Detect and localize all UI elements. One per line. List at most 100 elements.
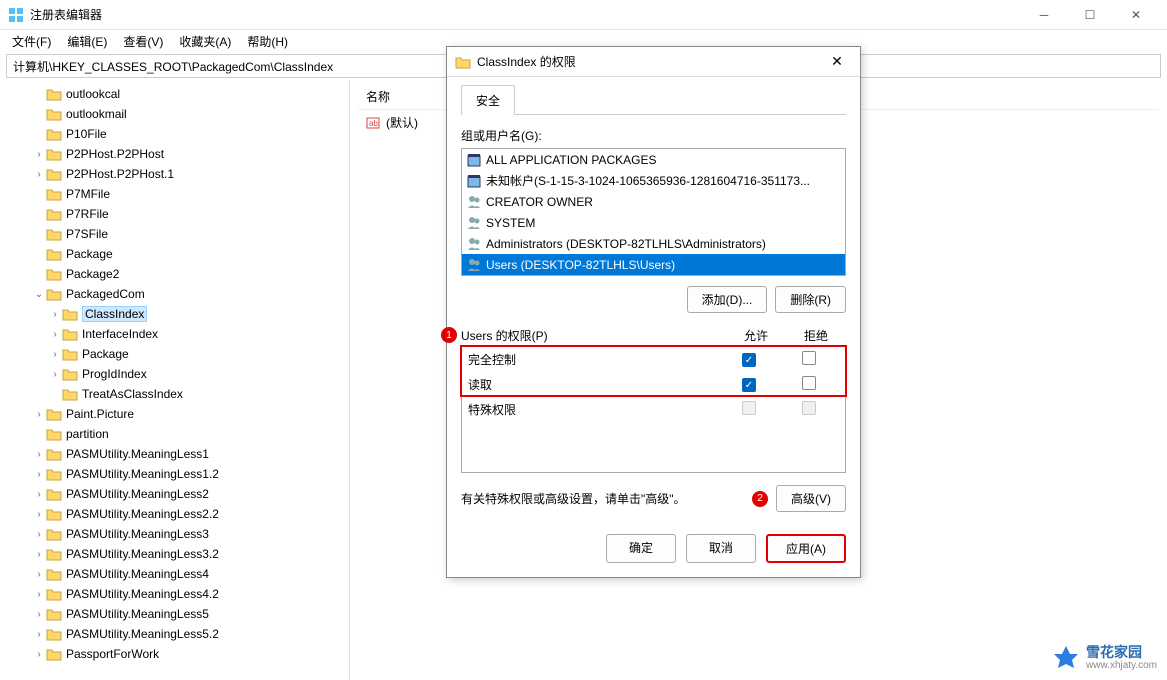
principal-row[interactable]: Administrators (DESKTOP-82TLHLS\Administ…	[462, 233, 845, 254]
tree-toggle-icon[interactable]: ›	[32, 549, 46, 560]
tree-item[interactable]: ›P2PHost.P2PHost.1	[0, 164, 349, 184]
remove-button[interactable]: 删除(R)	[775, 286, 846, 313]
cancel-button[interactable]: 取消	[686, 534, 756, 563]
principal-name: 未知帐户(S-1-15-3-1024-1065365936-1281604716…	[486, 172, 810, 189]
window-titlebar: 注册表编辑器 ─ ☐ ✕	[0, 0, 1167, 30]
tree-toggle-icon[interactable]: ›	[32, 469, 46, 480]
minimize-button[interactable]: ─	[1021, 0, 1067, 30]
principal-row[interactable]: CREATOR OWNER	[462, 191, 845, 212]
tree-item[interactable]: ›Package	[0, 344, 349, 364]
tree-toggle-icon[interactable]: ›	[32, 489, 46, 500]
tree-toggle-icon[interactable]: ›	[32, 569, 46, 580]
menu-favorites[interactable]: 收藏夹(A)	[171, 31, 239, 52]
tree-toggle-icon[interactable]: ›	[32, 449, 46, 460]
tree-item[interactable]: ›ClassIndex	[0, 304, 349, 324]
add-button[interactable]: 添加(D)...	[687, 286, 768, 313]
tree-item[interactable]: › InterfaceIndex	[0, 324, 349, 344]
tree-toggle-icon[interactable]: ›	[48, 329, 62, 340]
principal-row[interactable]: 未知帐户(S-1-15-3-1024-1065365936-1281604716…	[462, 170, 845, 191]
tree-item[interactable]: ›PASMUtility.MeaningLess3.2	[0, 544, 349, 564]
tree-toggle-icon[interactable]: ›	[32, 629, 46, 640]
permission-name: 特殊权限	[468, 401, 719, 418]
allow-checkbox[interactable]: ✓	[742, 378, 756, 392]
tree-toggle-icon[interactable]: ›	[32, 649, 46, 660]
deny-checkbox[interactable]	[802, 351, 816, 365]
advanced-button[interactable]: 高级(V)	[776, 485, 846, 512]
dialog-close-button[interactable]: ✕	[822, 47, 852, 77]
tree-toggle-icon[interactable]: ›	[48, 349, 62, 360]
tree-toggle-icon[interactable]: ›	[32, 149, 46, 160]
tree-toggle-icon[interactable]: ›	[32, 529, 46, 540]
tree-item[interactable]: › PASMUtility.MeaningLess1.2	[0, 464, 349, 484]
tree-item[interactable]: › PASMUtility.MeaningLess5	[0, 604, 349, 624]
tree-item[interactable]: ›PASMUtility.MeaningLess4	[0, 564, 349, 584]
tree-item[interactable]: TreatAsClassIndex	[0, 384, 349, 404]
tree-item[interactable]: partition	[0, 424, 349, 444]
tree-toggle-icon[interactable]: ›	[32, 409, 46, 420]
tree-item[interactable]: ›Paint.Picture	[0, 404, 349, 424]
users-icon	[466, 257, 482, 273]
tree-pane[interactable]: outlookcaloutlookmailP10File›P2PHost.P2P…	[0, 80, 350, 680]
permission-name: 完全控制	[468, 351, 719, 368]
tree-item[interactable]: ›PASMUtility.MeaningLess2.2	[0, 504, 349, 524]
tree-toggle-icon[interactable]: ›	[32, 169, 46, 180]
tree-toggle-icon[interactable]: ›	[48, 369, 62, 380]
menu-file[interactable]: 文件(F)	[4, 31, 59, 52]
tab-security[interactable]: 安全	[461, 85, 515, 115]
tree-item[interactable]: outlookcal	[0, 84, 349, 104]
tree-item[interactable]: ›PASMUtility.MeaningLess2	[0, 484, 349, 504]
maximize-button[interactable]: ☐	[1067, 0, 1113, 30]
watermark: 雪花家园 www.xhjaty.com	[1052, 644, 1157, 672]
tree-item-label: PASMUtility.MeaningLess5	[66, 607, 209, 621]
principal-row[interactable]: Users (DESKTOP-82TLHLS\Users)	[462, 254, 845, 275]
permission-row: 读取✓	[462, 372, 845, 397]
tree-item[interactable]: ›PASMUtility.MeaningLess3	[0, 524, 349, 544]
tree-toggle-icon[interactable]: ›	[32, 589, 46, 600]
tree-item[interactable]: ›PASMUtility.MeaningLess1	[0, 444, 349, 464]
tree-item[interactable]: Package	[0, 244, 349, 264]
tree-item-label: ProgIdIndex	[82, 367, 147, 381]
deny-checkbox[interactable]	[802, 376, 816, 390]
window-title: 注册表编辑器	[30, 6, 1021, 23]
tree-item[interactable]: outlookmail	[0, 104, 349, 124]
tree-item[interactable]: P10File	[0, 124, 349, 144]
list-value-name: (默认)	[386, 114, 418, 131]
svg-text:ab: ab	[369, 119, 378, 128]
tree-item[interactable]: › ProgIdIndex	[0, 364, 349, 384]
tree-toggle-icon[interactable]: ›	[48, 309, 62, 320]
tree-toggle-icon[interactable]: ›	[32, 609, 46, 620]
users-icon	[466, 236, 482, 252]
tree-item[interactable]: P7SFile	[0, 224, 349, 244]
close-button[interactable]: ✕	[1113, 0, 1159, 30]
string-value-icon: ab	[366, 116, 380, 130]
apply-button[interactable]: 应用(A)	[766, 534, 846, 563]
tree-item-label: PASMUtility.MeaningLess5.2	[66, 627, 219, 641]
tree-item-label: P7MFile	[66, 187, 110, 201]
tree-item[interactable]: Package2	[0, 264, 349, 284]
column-deny: 拒绝	[786, 327, 846, 344]
principal-list[interactable]: ALL APPLICATION PACKAGES 未知帐户(S-1-15-3-10…	[461, 148, 846, 276]
principal-row[interactable]: SYSTEM	[462, 212, 845, 233]
tree-item[interactable]: P7RFile	[0, 204, 349, 224]
tree-item[interactable]: ⌄ PackagedCom	[0, 284, 349, 304]
menu-edit[interactable]: 编辑(E)	[59, 31, 115, 52]
menu-help[interactable]: 帮助(H)	[239, 31, 296, 52]
tree-item-label: InterfaceIndex	[82, 327, 158, 341]
principal-row[interactable]: ALL APPLICATION PACKAGES	[462, 149, 845, 170]
tree-item-label: PackagedCom	[66, 287, 145, 301]
tree-toggle-icon[interactable]: ⌄	[32, 289, 46, 300]
tree-item[interactable]: › PASMUtility.MeaningLess5.2	[0, 624, 349, 644]
tree-item-label: PASMUtility.MeaningLess4.2	[66, 587, 219, 601]
tree-item-label: PassportForWork	[66, 647, 159, 661]
tree-item-label: PASMUtility.MeaningLess1.2	[66, 467, 219, 481]
ok-button[interactable]: 确定	[606, 534, 676, 563]
menu-view[interactable]: 查看(V)	[115, 31, 171, 52]
allow-checkbox[interactable]: ✓	[742, 353, 756, 367]
tree-item[interactable]: › PASMUtility.MeaningLess4.2	[0, 584, 349, 604]
permissions-dialog: ClassIndex 的权限 ✕ 安全 组或用户名(G): ALL APPLIC…	[446, 46, 861, 578]
tree-item[interactable]: › PassportForWork	[0, 644, 349, 664]
tree-item[interactable]: P7MFile	[0, 184, 349, 204]
tree-toggle-icon[interactable]: ›	[32, 509, 46, 520]
dialog-titlebar[interactable]: ClassIndex 的权限 ✕	[447, 47, 860, 77]
tree-item[interactable]: ›P2PHost.P2PHost	[0, 144, 349, 164]
